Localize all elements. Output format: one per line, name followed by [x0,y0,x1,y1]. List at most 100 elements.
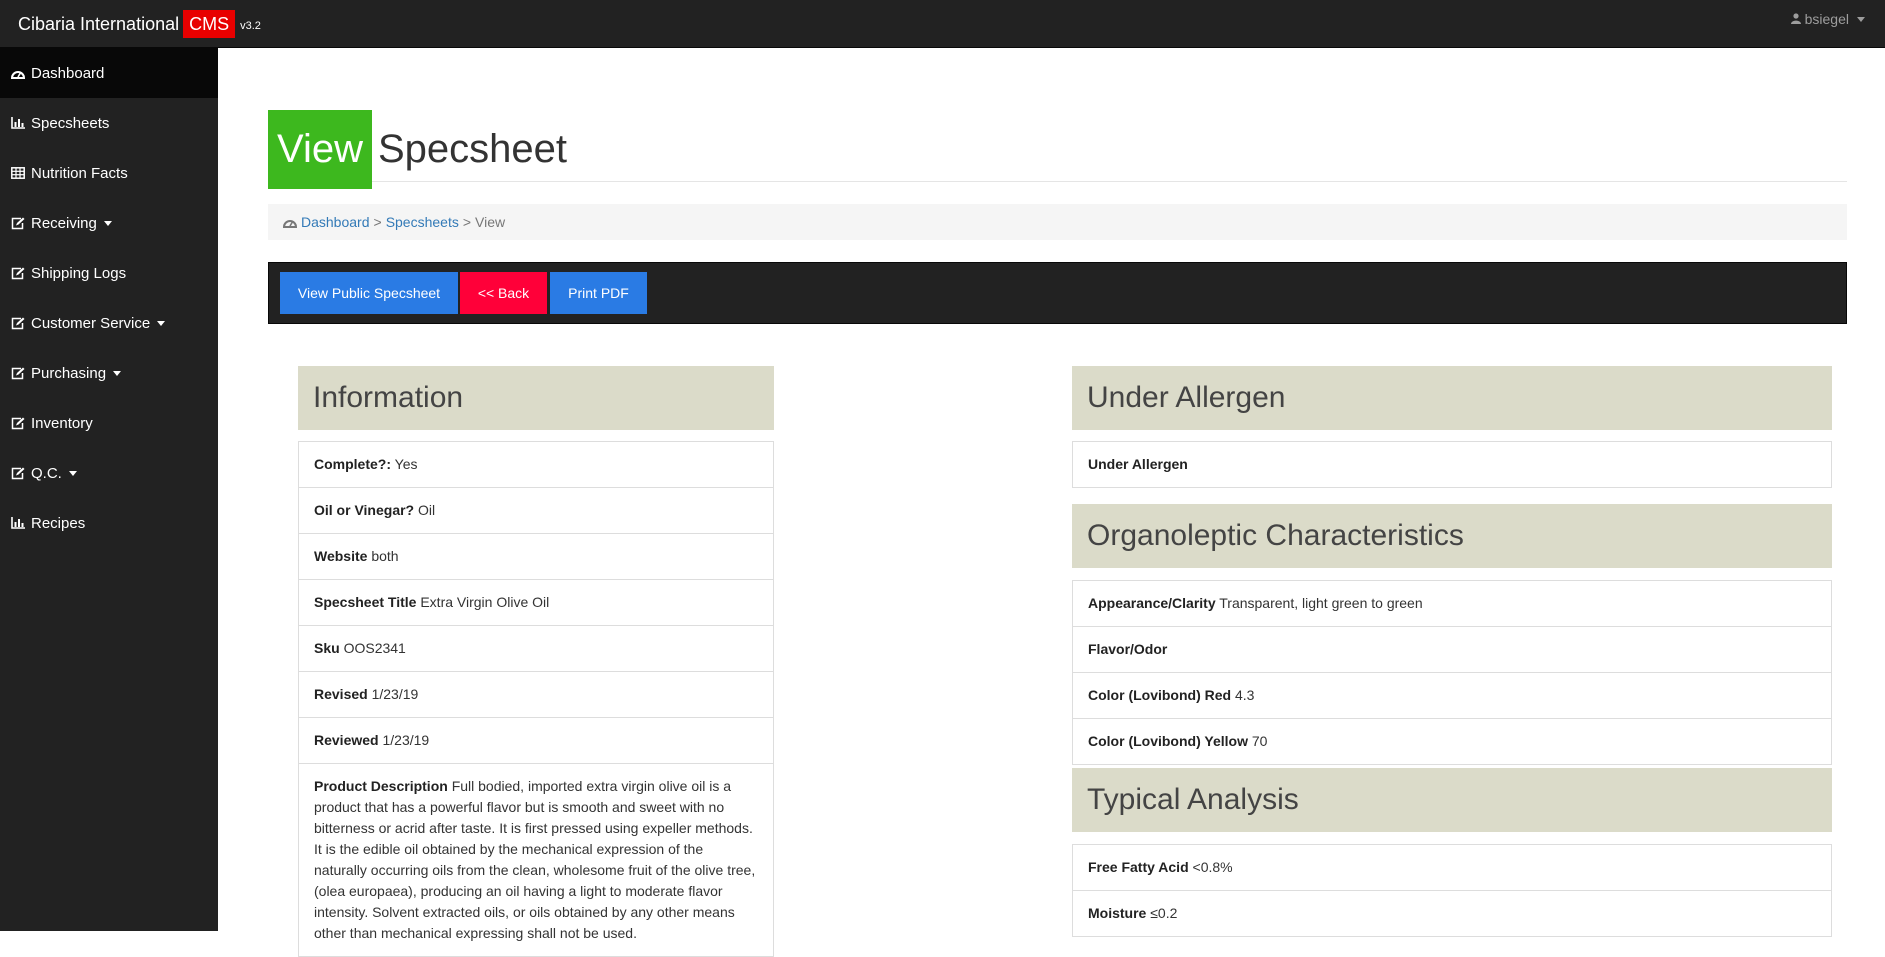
bar-chart-icon [10,516,26,530]
sidebar-item-nutrition-facts[interactable]: Nutrition Facts [0,148,218,198]
list-item-sku: Sku OOS2341 [299,625,773,671]
list-item-flavor-odor: Flavor/Odor [1073,626,1831,672]
brand[interactable]: Cibaria International CMS v3.2 [18,0,261,48]
field-value: 70 [1251,733,1268,749]
field-label: Website [314,548,368,564]
list-item-under-allergen: Under Allergen [1073,442,1831,487]
list-item-product-description: Product Description Full bodied, importe… [299,763,773,956]
typical-analysis-list: Free Fatty Acid <0.8% Moisture ≤0.2 [1072,844,1832,937]
edit-icon [10,416,26,430]
brand-cms-badge: CMS [183,10,236,38]
field-label: Free Fatty Acid [1088,859,1189,875]
list-item-website: Website both [299,533,773,579]
field-value: Transparent, light green to green [1219,595,1423,611]
field-label: Color (Lovibond) Red [1088,687,1232,703]
sidebar-item-shipping-logs[interactable]: Shipping Logs [0,248,218,298]
user-menu[interactable]: bsiegel [1790,0,1865,38]
chevron-down-icon [68,470,77,476]
bar-chart-icon [10,116,26,130]
sidebar-item-purchasing[interactable]: Purchasing [0,348,218,398]
sidebar-item-recipes[interactable]: Recipes [0,498,218,548]
field-value: Oil [418,502,436,518]
field-value: Yes [394,456,418,472]
breadcrumb-link-specsheets[interactable]: Specsheets [386,214,459,230]
field-value: <0.8% [1192,859,1233,875]
sidebar-item-label: Dashboard [31,64,105,82]
page-title-highlight: View [268,110,372,189]
field-value: OOS2341 [343,640,406,656]
edit-icon [10,316,26,330]
list-item-specsheet-title: Specsheet Title Extra Virgin Olive Oil [299,579,773,625]
list-item-oil-or-vinegar: Oil or Vinegar? Oil [299,487,773,533]
field-label: Sku [314,640,340,656]
field-label: Under Allergen [1088,456,1188,472]
field-label: Specsheet Title [314,594,417,610]
field-value: ≤0.2 [1150,905,1178,921]
chevron-down-icon [113,370,122,376]
information-list: Complete?: Yes Oil or Vinegar? Oil Websi… [298,441,774,957]
edit-icon [10,266,26,280]
sidebar-item-qc[interactable]: Q.C. [0,448,218,498]
field-label: Product Description [314,778,448,794]
username: bsiegel [1804,11,1849,27]
list-item-complete: Complete?: Yes [299,442,773,487]
back-button[interactable]: << Back [460,272,547,314]
breadcrumb: Dashboard > Specsheets > View [268,204,1847,240]
field-value: Extra Virgin Olive Oil [420,594,550,610]
field-value: both [371,548,399,564]
field-value: 4.3 [1234,687,1255,703]
chevron-down-icon [103,220,112,226]
field-value: 1/23/19 [382,732,430,748]
sidebar: Dashboard Specsheets Nutrition Facts Rec… [0,48,218,931]
sidebar-item-label: Purchasing [31,364,107,382]
brand-name: Cibaria International [18,13,180,34]
breadcrumb-link-dashboard[interactable]: Dashboard [301,214,370,230]
information-heading: Information [298,366,774,430]
sidebar-item-label: Nutrition Facts [31,164,128,182]
user-icon [1790,11,1801,27]
view-public-specsheet-button[interactable]: View Public Specsheet [280,272,458,314]
organoleptic-heading: Organoleptic Characteristics [1072,504,1832,568]
sidebar-item-label: Recipes [31,514,86,532]
print-pdf-button[interactable]: Print PDF [550,272,647,314]
sidebar-item-receiving[interactable]: Receiving [0,198,218,248]
field-label: Color (Lovibond) Yellow [1088,733,1248,749]
list-item-moisture: Moisture ≤0.2 [1073,890,1831,936]
breadcrumb-separator: > [462,214,472,230]
list-item-appearance: Appearance/Clarity Transparent, light gr… [1073,581,1831,626]
action-toolbar: View Public Specsheet << Back Print PDF [268,262,1847,324]
chevron-down-icon [1857,16,1865,22]
list-item-color-yellow: Color (Lovibond) Yellow 70 [1073,718,1831,764]
top-navbar: Cibaria International CMS v3.2 bsiegel [0,0,1885,48]
sidebar-item-specsheets[interactable]: Specsheets [0,98,218,148]
field-label: Reviewed [314,732,379,748]
chevron-down-icon [157,320,166,326]
list-item-reviewed: Reviewed 1/23/19 [299,717,773,763]
list-item-free-fatty-acid: Free Fatty Acid <0.8% [1073,845,1831,890]
field-label: Moisture [1088,905,1147,921]
field-value: Full bodied, imported extra virgin olive… [314,778,756,941]
table-icon [10,166,26,180]
page-title: Specsheet [378,127,568,171]
sidebar-item-label: Q.C. [31,464,62,482]
under-allergen-heading: Under Allergen [1072,366,1832,430]
sidebar-item-customer-service[interactable]: Customer Service [0,298,218,348]
sidebar-item-dashboard[interactable]: Dashboard [0,48,218,98]
field-label: Complete?: [314,456,391,472]
field-label: Oil or Vinegar? [314,502,415,518]
sidebar-item-label: Receiving [31,214,97,232]
organoleptic-list: Appearance/Clarity Transparent, light gr… [1072,580,1832,765]
edit-icon [10,366,26,380]
under-allergen-list: Under Allergen [1072,441,1832,488]
sidebar-item-label: Shipping Logs [31,264,127,282]
typical-analysis-heading: Typical Analysis [1072,768,1832,832]
sidebar-item-label: Specsheets [31,114,110,132]
breadcrumb-current: View [475,214,506,230]
field-label: Revised [314,686,368,702]
edit-icon [10,216,26,230]
sidebar-item-inventory[interactable]: Inventory [0,398,218,448]
field-value: 1/23/19 [371,686,419,702]
dashboard-icon [283,216,297,228]
sidebar-item-label: Inventory [31,414,93,432]
version-label: v3.2 [240,20,261,32]
